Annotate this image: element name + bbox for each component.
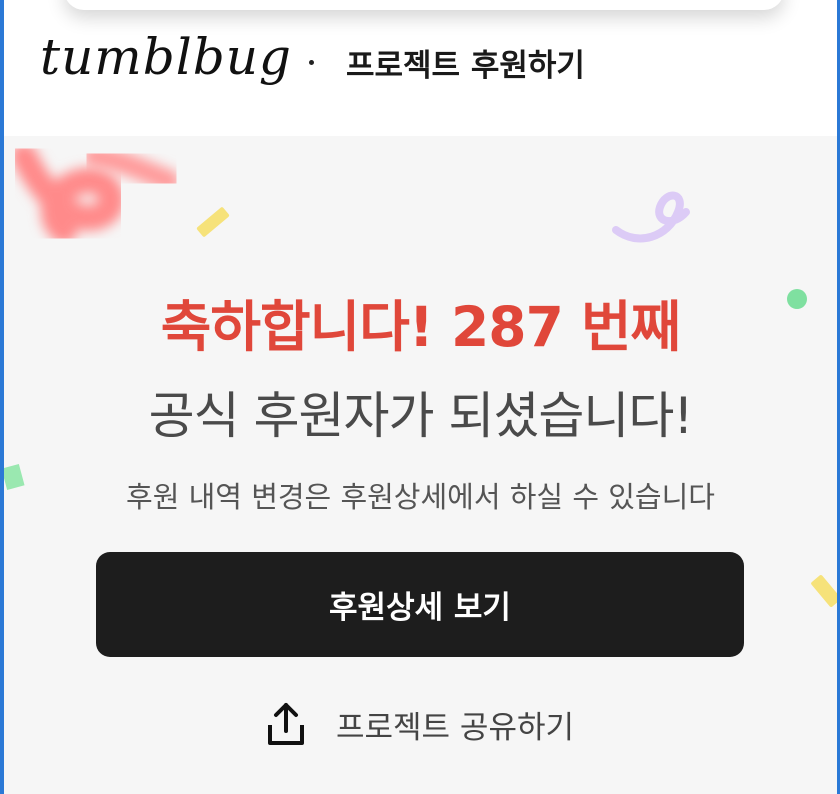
header-shadow (64, 0, 784, 10)
share-project-button[interactable]: 프로젝트 공유하기 (266, 694, 574, 754)
confetti-pink-swirl (11, 143, 180, 244)
confetti-purple-loop (612, 191, 690, 243)
page-title: 프로젝트 후원하기 (346, 48, 585, 84)
confetti-yellow-piece (811, 575, 837, 607)
congrats-headline: 축하합니다! 287 번째 (160, 295, 681, 359)
share-project-label: 프로젝트 공유하기 (336, 709, 575, 746)
share-upload-icon (268, 703, 304, 745)
page-header: tumblbug 프로젝트 후원하기 (4, 0, 837, 136)
header-separator-dot (309, 60, 314, 65)
confetti-yellow-strip (196, 207, 230, 237)
backer-confirmation-text: 공식 후원자가 되셨습니다! (148, 387, 694, 445)
change-info-note: 후원 내역 변경은 후원상세에서 하실 수 있습니다 (126, 480, 715, 514)
view-pledge-details-button[interactable]: 후원상세 보기 (96, 552, 744, 657)
tumblbug-logo[interactable]: tumblbug (40, 28, 292, 86)
confirmation-panel: 축하합니다! 287 번째 공식 후원자가 되셨습니다! 후원 내역 변경은 후… (4, 136, 837, 794)
